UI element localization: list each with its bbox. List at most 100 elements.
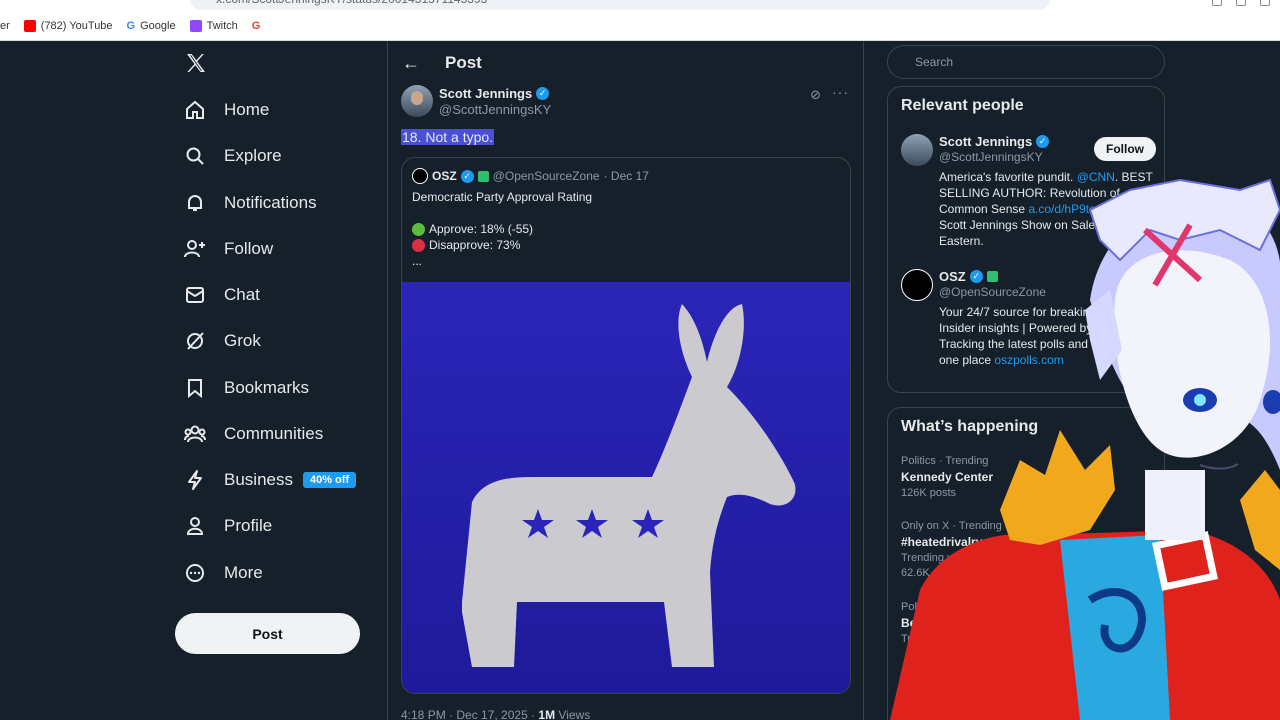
trend-item[interactable]: Politics · Trending Kennedy Center 126K … (901, 455, 1156, 499)
trend-title: #heatedrivalry (901, 535, 983, 549)
grok-icon[interactable]: ⊘ (810, 87, 821, 103)
author-name[interactable]: Scott Jennings ✓ (439, 86, 550, 101)
person-bio: Your 24/7 source for breaking news and I… (939, 304, 1154, 368)
trend-sub: Tre (901, 633, 918, 645)
bookmark-twitch[interactable]: Twitch (189, 20, 238, 32)
bookmark-youtube[interactable]: (782) YouTube (23, 20, 113, 32)
page-title: Post (445, 53, 482, 72)
post-text: 18. Not a typo. (401, 129, 495, 145)
bell-icon (184, 192, 206, 214)
post-timestamp: 4:18 PM · Dec 17, 2025 · 1M Views (401, 708, 590, 720)
person-scott-jennings[interactable]: Scott Jennings ✓ @ScottJenningsKY Follow … (901, 134, 1156, 254)
nav-chat[interactable]: Chat (184, 277, 260, 313)
whats-happening-card: What’s happening Politics · Trending Ken… (887, 407, 1165, 720)
bookmark-google[interactable]: G Google (127, 20, 176, 32)
bookmark-partial[interactable]: er (0, 20, 10, 32)
bio-link[interactable]: a.co/d/hP9topk (1028, 202, 1108, 216)
person-handle: @OpenSourceZone (939, 285, 1046, 299)
disapprove-line: Disapprove: 73% (412, 237, 592, 253)
follow-button[interactable]: Follow (1094, 137, 1156, 161)
nav-bookmarks[interactable]: Bookmarks (184, 370, 309, 406)
nav-profile[interactable]: Profile (184, 508, 272, 544)
trend-item[interactable]: Politics · T Ben S Tre (901, 601, 1156, 645)
youtube-icon (23, 20, 36, 32)
extension-icon[interactable] (1236, 0, 1246, 6)
avatar[interactable] (401, 85, 433, 117)
person-icon (184, 515, 206, 537)
quoted-post[interactable]: OSZ ✓ @OpenSourceZone · Dec 17 Democrati… (401, 157, 851, 694)
green-circle-icon (412, 222, 425, 236)
avatar (901, 134, 933, 166)
back-arrow-icon[interactable]: ← (402, 53, 420, 74)
nav-explore[interactable]: Explore (184, 138, 282, 174)
views-label: Views (555, 708, 591, 720)
lightning-icon (184, 469, 206, 491)
google-icon: G (126, 20, 136, 32)
more-circle-icon (184, 562, 206, 584)
nav-business[interactable]: Business 40% off (184, 462, 357, 498)
donkey-logo-icon (402, 282, 850, 693)
trend-post-count: 126K posts (901, 487, 957, 499)
relevant-people-title: Relevant people (901, 97, 1024, 114)
add-user-icon (184, 238, 206, 260)
avatar (901, 269, 933, 301)
home-icon (184, 99, 206, 121)
post-author: Scott Jennings ✓ @ScottJenningsKY ⊘ ··· (401, 84, 851, 119)
author-handle[interactable]: @ScottJenningsKY (439, 102, 551, 117)
nav-grok[interactable]: Grok (184, 323, 261, 359)
bio-link[interactable]: @Kalshi (1096, 321, 1141, 335)
affiliate-badge-icon (477, 170, 489, 182)
extension-icon[interactable] (1260, 0, 1270, 6)
nav-home[interactable]: Home (184, 92, 269, 128)
person-name: OSZ ✓ (939, 269, 998, 284)
extension-icon[interactable] (1212, 0, 1222, 6)
verified-badge-icon: ✓ (536, 87, 550, 100)
bookmarks-bar: er (782) YouTube G Google Twitch G (0, 17, 274, 35)
trend-title: Ben S (901, 616, 936, 630)
bio-link[interactable]: @CNN (1077, 170, 1115, 184)
address-bar[interactable]: x.com/ScottJenningsKY/status/20014513711… (190, 0, 1050, 10)
person-osz[interactable]: OSZ ✓ @OpenSourceZone Your 24/7 source fo… (901, 269, 1156, 384)
nav-label: Profile (224, 516, 273, 535)
post-button[interactable]: Post (175, 613, 360, 654)
verified-badge-icon: ✓ (969, 270, 983, 283)
left-nav: Home Explore Notifications Follow Chat G… (170, 41, 386, 720)
approve-text: Approve: 18% (-55) (429, 222, 534, 236)
quoted-post-body: Democratic Party Approval Rating Approve… (412, 189, 592, 269)
google-icon: G (251, 20, 261, 32)
quoted-author-name: OSZ (432, 169, 457, 183)
trend-item[interactable]: Only on X · Trending #heatedrivalry Tren… (901, 520, 1156, 579)
trend-meta: Politics · T (901, 601, 953, 613)
nav-more[interactable]: More (184, 555, 263, 591)
trend-post-count: 62.6K posts (901, 567, 960, 579)
avatar (412, 168, 428, 184)
twitch-icon (189, 20, 202, 32)
nav-follow[interactable]: Follow (184, 231, 273, 267)
nav-label: Notifications (224, 193, 317, 212)
x-logo-icon[interactable] (184, 51, 208, 75)
nav-label: Bookmarks (224, 378, 310, 397)
nav-label: More (224, 563, 263, 582)
nav-label: Chat (224, 285, 260, 304)
nav-label: Explore (224, 146, 282, 165)
nav-label: Communities (224, 424, 324, 443)
bio-link[interactable]: oszpolls.com (994, 353, 1063, 367)
bookmark-google-2[interactable]: G (252, 20, 261, 32)
trend-meta: Politics · Trending (901, 455, 989, 467)
disapprove-text: Disapprove: 73% (429, 238, 521, 252)
person-name-text: OSZ (939, 269, 966, 284)
main-column: ← Post Scott Jennings ✓ @ScottJenningsKY… (387, 41, 864, 720)
more-options-icon[interactable]: ··· (832, 84, 849, 100)
person-bio: America's favorite pundit. @CNN. BEST SE… (939, 169, 1154, 249)
discount-badge: 40% off (302, 472, 357, 488)
nav-communities[interactable]: Communities (184, 416, 323, 452)
democratic-donkey-image[interactable] (402, 282, 850, 693)
communities-icon (184, 423, 206, 445)
search-input[interactable]: Search (887, 45, 1165, 79)
right-sidebar: Search Relevant people Scott Jennings ✓ @… (887, 41, 1167, 720)
views-count: 1M (538, 708, 556, 720)
quoted-post-date: · Dec 17 (603, 169, 649, 183)
approve-line: Approve: 18% (-55) (412, 221, 592, 237)
nav-notifications[interactable]: Notifications (184, 185, 317, 221)
quoted-author-handle: @OpenSourceZone (492, 169, 600, 183)
